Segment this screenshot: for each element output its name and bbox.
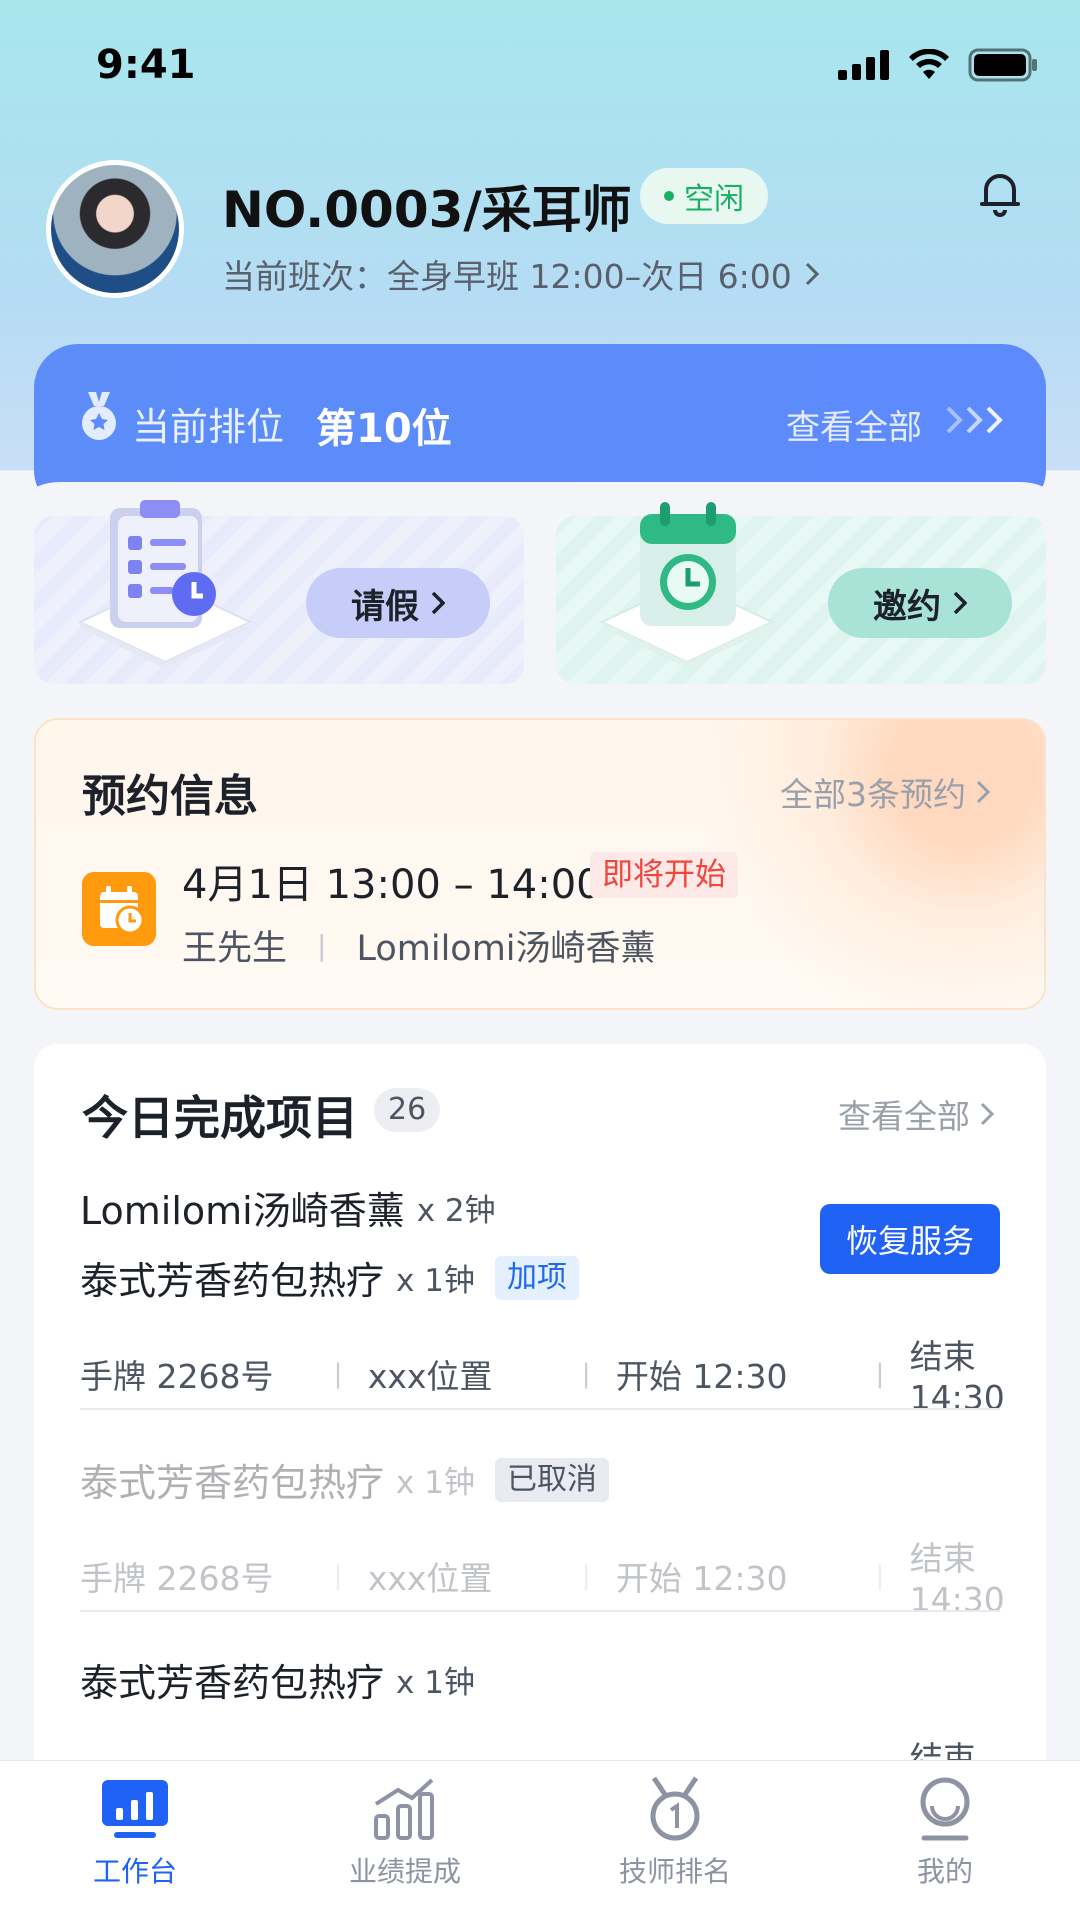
service-name: 泰式芳香药包热疗 xyxy=(80,1661,385,1705)
avatar[interactable] xyxy=(46,160,184,298)
technician-name: NO.0003/采耳师 xyxy=(222,181,632,239)
wristband: 手牌 2268号 xyxy=(80,1356,274,1396)
invite-button[interactable]: 邀约 xyxy=(828,568,1012,638)
tab-performance[interactable]: 业绩提成 xyxy=(305,1776,505,1890)
monitor-chart-icon xyxy=(102,1780,168,1838)
shift-label: 当前班次：全身早班 12:00–次日 6:00 xyxy=(222,257,792,296)
cancelled-tag: 已取消 xyxy=(494,1457,609,1502)
appointment-title: 预约信息 xyxy=(82,771,258,822)
end-time: 结束 14:30 xyxy=(909,1539,1005,1619)
divider: | xyxy=(317,929,327,962)
calendar-clock-icon xyxy=(599,502,775,668)
tab-profile[interactable]: 我的 xyxy=(845,1776,1045,1890)
today-title: 今日完成项目 xyxy=(82,1091,358,1145)
row-divider xyxy=(80,1610,1000,1612)
today-view-all[interactable]: 查看全部 xyxy=(838,1090,994,1138)
service-qty: x 1钟 xyxy=(396,1263,475,1299)
status-time: 9:41 xyxy=(96,42,196,88)
appointment-service: Lomilomi汤崎香薰 xyxy=(356,929,656,969)
add-on-tag: 加项 xyxy=(494,1255,579,1300)
wristband: 手牌 2268号 xyxy=(80,1558,274,1598)
entry-meta: 手牌 2268号 | xxx位置 | 开始 12:30 | 结束 14:30 xyxy=(80,1330,1080,1417)
tab-workbench[interactable]: 工作台 xyxy=(35,1776,235,1890)
appointment-customer: 王先生 xyxy=(182,929,288,969)
user-icon xyxy=(920,1777,970,1841)
bell-icon[interactable] xyxy=(972,164,1028,220)
service-qty: x 1钟 xyxy=(396,1465,475,1501)
tab-label: 我的 xyxy=(916,1855,973,1888)
location: xxx位置 xyxy=(367,1558,493,1598)
start-time: 开始 12:30 xyxy=(615,1356,788,1396)
invite-label: 邀约 xyxy=(873,586,941,627)
tab-label: 技师排名 xyxy=(618,1855,731,1888)
service-item: 泰式芳香药包热疗 x 1钟 加项 xyxy=(80,1250,579,1305)
service-qty: x 1钟 xyxy=(396,1665,475,1701)
clipboard-icon xyxy=(77,500,253,668)
end-time: 结束 14:30 xyxy=(909,1337,1005,1417)
today-count-badge: 26 xyxy=(374,1088,441,1132)
chevron-right-icon xyxy=(953,591,967,615)
leave-label: 请假 xyxy=(351,586,419,627)
medal-number-icon xyxy=(650,1776,700,1841)
chevron-right-icon xyxy=(805,262,819,286)
tab-label: 业绩提成 xyxy=(348,1855,461,1888)
restore-service-button[interactable]: 恢复服务 xyxy=(820,1204,1000,1274)
service-name: 泰式芳香药包热疗 xyxy=(80,1461,385,1505)
status-dot xyxy=(664,191,674,201)
appointment-time: 4月1日 13:00 – 14:00 xyxy=(182,862,602,908)
divider: | xyxy=(875,1358,885,1389)
tab-label: 工作台 xyxy=(92,1855,177,1888)
row-divider xyxy=(80,1408,1000,1410)
appointment-status-badge: 即将开始 xyxy=(590,852,738,898)
battery-icon xyxy=(968,48,1037,82)
tab-ranking[interactable]: 技师排名 xyxy=(575,1776,775,1890)
divider: | xyxy=(875,1560,885,1591)
status-icons xyxy=(838,48,1038,82)
signal-icon xyxy=(838,50,889,80)
wifi-icon xyxy=(909,49,949,79)
service-item-cancelled: 泰式芳香药包热疗 x 1钟 已取消 xyxy=(80,1452,609,1507)
medal-icon xyxy=(82,392,116,440)
triple-chevron-icon xyxy=(946,406,1003,434)
status-label: 空闲 xyxy=(684,182,744,217)
today-view-all-label: 查看全部 xyxy=(838,1097,970,1136)
divider: | xyxy=(333,1560,343,1591)
divider: | xyxy=(333,1358,343,1389)
leave-button[interactable]: 请假 xyxy=(306,568,490,638)
rank-view-all[interactable]: 查看全部 xyxy=(786,400,922,449)
rank-label: 当前排位 xyxy=(132,405,285,449)
shift-info[interactable]: 当前班次：全身早班 12:00–次日 6:00 xyxy=(222,250,820,298)
divider: | xyxy=(581,1358,591,1389)
appointment-customer-row: 王先生 | Lomilomi汤崎香薰 xyxy=(182,920,656,971)
bar-trend-icon xyxy=(374,1778,434,1840)
location: xxx位置 xyxy=(367,1356,493,1396)
appointment-all-label: 全部3条预约 xyxy=(780,775,966,814)
rank-value: 第10位 xyxy=(316,406,452,452)
chevron-right-icon xyxy=(976,780,990,804)
chevron-right-icon xyxy=(980,1102,994,1126)
service-item: 泰式芳香药包热疗 x 1钟 xyxy=(80,1652,475,1707)
start-time: 开始 12:30 xyxy=(615,1558,788,1598)
entry-meta: 手牌 2268号 | xxx位置 | 开始 12:30 | 结束 14:30 xyxy=(80,1532,1080,1619)
divider: | xyxy=(581,1560,591,1591)
today-completed-card xyxy=(34,1044,1046,1844)
chevron-right-icon xyxy=(431,591,445,615)
appointment-all-link[interactable]: 全部3条预约 xyxy=(780,768,990,816)
service-qty: x 2钟 xyxy=(416,1193,496,1229)
status-badge: 空闲 xyxy=(640,168,768,224)
service-name: Lomilomi汤崎香薰 xyxy=(80,1189,405,1233)
calendar-icon xyxy=(82,872,156,946)
service-item: Lomilomi汤崎香薰 x 2钟 xyxy=(80,1180,496,1235)
service-name: 泰式芳香药包热疗 xyxy=(80,1259,385,1303)
